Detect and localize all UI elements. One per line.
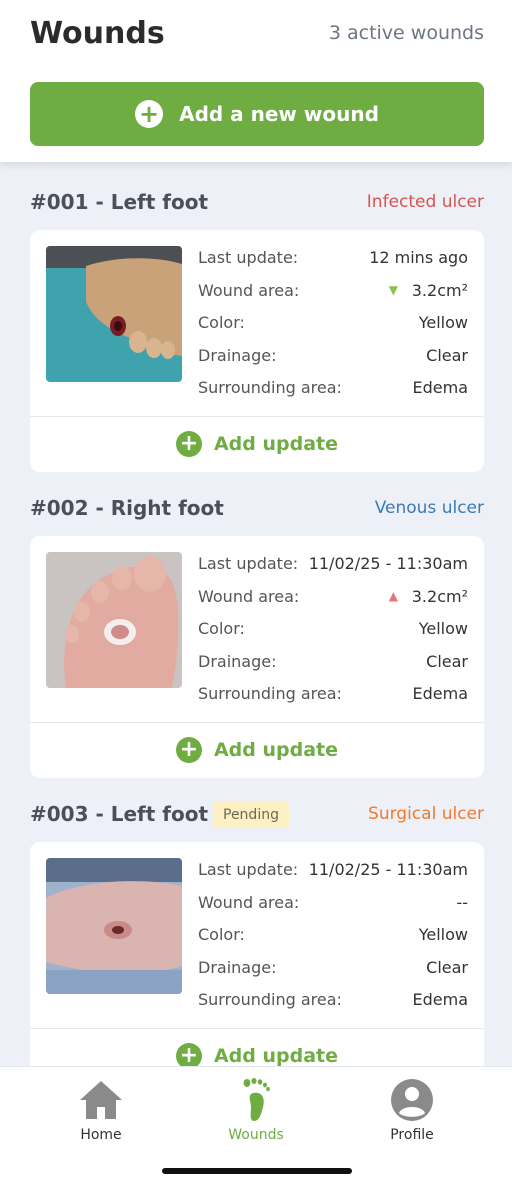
wound-header: #002 - Right foot Venous ulcer xyxy=(30,496,484,524)
trend-down-icon: ▼ xyxy=(388,282,398,297)
detail-value: Clear xyxy=(426,651,468,671)
detail-label: Drainage: xyxy=(198,957,277,977)
detail-label: Color: xyxy=(198,925,245,945)
detail-value: Edema xyxy=(412,684,469,704)
nav-label-home: Home xyxy=(80,1127,122,1143)
nav-item-wounds[interactable]: Wounds xyxy=(201,1077,311,1143)
detail-value: 3.2cm² xyxy=(411,586,468,606)
wound-title: #002 - Right foot xyxy=(30,496,224,520)
home-indicator xyxy=(162,1168,352,1174)
detail-row: Last update: 11/02/25 - 11:30am xyxy=(198,858,468,891)
wound-list[interactable]: #001 - Left foot Infected ulcer Last upd… xyxy=(0,162,512,1066)
detail-row: Surrounding area: Edema xyxy=(198,376,468,409)
wound-title: #003 - Left foot xyxy=(30,802,209,826)
wound-photo[interactable] xyxy=(46,246,182,382)
detail-label: Wound area: xyxy=(198,586,300,606)
detail-label: Surrounding area: xyxy=(198,378,342,398)
detail-label: Surrounding area: xyxy=(198,990,342,1010)
add-update-label: Add update xyxy=(213,739,339,761)
detail-row: Wound area: ▼ 3.2cm² xyxy=(198,279,468,312)
detail-value: Edema xyxy=(412,378,469,398)
detail-row: Surrounding area: Edema xyxy=(198,988,468,1021)
detail-label: Color: xyxy=(198,313,245,333)
detail-row: Color: Yellow xyxy=(198,311,468,344)
detail-row: Drainage: Clear xyxy=(198,344,468,377)
detail-label: Last update: xyxy=(198,554,299,573)
page-title: Wounds xyxy=(30,16,165,51)
detail-row: Wound area: -- xyxy=(198,891,468,924)
add-new-wound-label: Add a new wound xyxy=(179,102,379,126)
detail-value: Clear xyxy=(426,957,468,977)
add-update-button[interactable]: + Add update xyxy=(30,1028,484,1066)
detail-label: Drainage: xyxy=(198,651,277,671)
nav-label-profile: Profile xyxy=(390,1127,434,1143)
detail-row: Last update: 12 mins ago xyxy=(198,246,468,279)
detail-row: Drainage: Clear xyxy=(198,650,468,683)
wound-header: #001 - Left foot Infected ulcer xyxy=(30,190,484,218)
plus-icon: + xyxy=(175,1043,202,1066)
detail-value: Clear xyxy=(426,345,468,365)
detail-value: Yellow xyxy=(418,619,468,639)
home-icon xyxy=(80,1081,122,1119)
detail-row: Wound area: ▲ 3.2cm² xyxy=(198,585,468,618)
detail-label: Color: xyxy=(198,619,245,639)
wound-photo[interactable] xyxy=(46,858,182,994)
wound-details: Last update: 11/02/25 - 11:30am Wound ar… xyxy=(198,858,468,1021)
detail-label: Wound area: xyxy=(198,892,300,912)
detail-value: 3.2cm² xyxy=(411,280,468,300)
active-wound-count: 3 active wounds xyxy=(328,22,484,44)
detail-value: Yellow xyxy=(418,313,468,333)
detail-row: Surrounding area: Edema xyxy=(198,682,468,715)
detail-label: Last update: xyxy=(198,860,299,879)
detail-value: 11/02/25 - 11:30am xyxy=(308,554,468,573)
detail-label: Last update: xyxy=(198,248,299,267)
detail-value: Edema xyxy=(412,990,469,1010)
detail-row: Color: Yellow xyxy=(198,617,468,650)
detail-row: Drainage: Clear xyxy=(198,956,468,989)
nav-label-wounds: Wounds xyxy=(228,1127,284,1143)
detail-value: 12 mins ago xyxy=(369,248,468,267)
add-update-button[interactable]: + Add update xyxy=(30,416,484,472)
detail-row: Last update: 11/02/25 - 11:30am xyxy=(198,552,468,585)
plus-icon: + xyxy=(135,100,164,128)
detail-label: Wound area: xyxy=(198,280,300,300)
wound-details: Last update: 12 mins ago Wound area: ▼ 3… xyxy=(198,246,468,409)
add-update-label: Add update xyxy=(213,433,339,455)
wound-type: Infected ulcer xyxy=(366,192,484,212)
wound-details: Last update: 11/02/25 - 11:30am Wound ar… xyxy=(198,552,468,715)
detail-value: Yellow xyxy=(418,925,468,945)
nav-item-profile[interactable]: Profile xyxy=(357,1077,467,1143)
plus-icon: + xyxy=(175,737,202,763)
add-new-wound-button[interactable]: + Add a new wound xyxy=(30,82,484,146)
pending-badge: Pending xyxy=(213,802,289,828)
footprint-icon xyxy=(243,1078,270,1121)
trend-up-icon: ▲ xyxy=(388,588,398,603)
wound-card[interactable]: Last update: 12 mins ago Wound area: ▼ 3… xyxy=(30,230,484,472)
nav-item-home[interactable]: Home xyxy=(46,1077,156,1143)
add-update-label: Add update xyxy=(213,1045,339,1066)
detail-label: Drainage: xyxy=(198,345,277,365)
wound-card[interactable]: Last update: 11/02/25 - 11:30am Wound ar… xyxy=(30,842,484,1066)
profile-icon xyxy=(391,1079,433,1121)
wound-photo[interactable] xyxy=(46,552,182,688)
wound-type: Surgical ulcer xyxy=(368,804,484,824)
detail-label: Surrounding area: xyxy=(198,684,342,704)
detail-value: 11/02/25 - 11:30am xyxy=(308,860,468,879)
detail-row: Color: Yellow xyxy=(198,923,468,956)
wound-type: Venous ulcer xyxy=(374,498,484,518)
wound-title: #001 - Left foot xyxy=(30,190,209,214)
plus-icon: + xyxy=(175,431,202,457)
app-header: Wounds 3 active wounds + Add a new wound xyxy=(0,0,512,162)
detail-value: -- xyxy=(456,892,468,912)
wound-card[interactable]: Last update: 11/02/25 - 11:30am Wound ar… xyxy=(30,536,484,778)
add-update-button[interactable]: + Add update xyxy=(30,722,484,778)
wound-header: #003 - Left foot Pending Surgical ulcer xyxy=(30,802,484,830)
